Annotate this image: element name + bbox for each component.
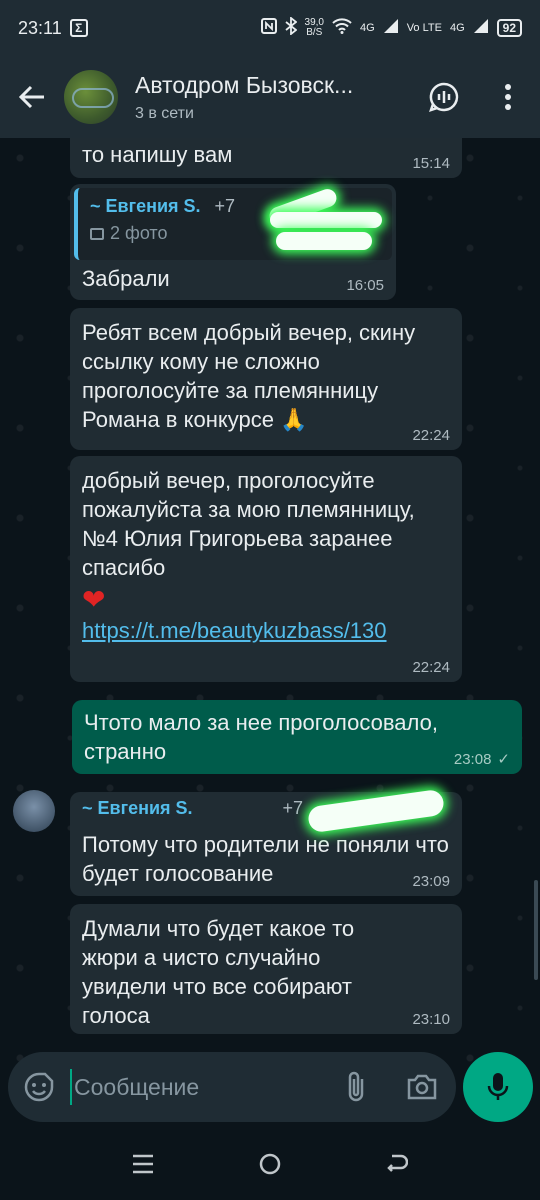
network-type-2: 4G bbox=[449, 22, 465, 34]
message-composer bbox=[8, 1052, 456, 1122]
message-text: Думали что будет какое то жюри а чисто с… bbox=[82, 916, 355, 1028]
heart-emoji: ❤ bbox=[82, 584, 106, 615]
message-text: Чтото мало за нее проголосовало, странно bbox=[84, 710, 438, 764]
chat-subtitle: 3 в сети bbox=[135, 104, 194, 122]
quote-sender: ~ Евгения S. bbox=[82, 798, 193, 818]
voice-record-button[interactable] bbox=[463, 1052, 533, 1122]
sent-check-icon: ✓ bbox=[497, 751, 510, 768]
paperclip-icon bbox=[348, 1071, 364, 1102]
wifi-icon bbox=[332, 18, 352, 38]
back-nav-button[interactable] bbox=[367, 1134, 427, 1194]
more-options-button[interactable] bbox=[476, 56, 540, 138]
redaction-scribble bbox=[276, 232, 372, 250]
back-arrow-icon bbox=[19, 85, 44, 109]
battery-level: 92 bbox=[496, 19, 522, 37]
voice-chat-icon bbox=[429, 82, 459, 112]
redaction-scribble bbox=[270, 212, 382, 228]
message-text: то напишу вам bbox=[82, 142, 233, 167]
message-time: 22:24 bbox=[412, 427, 450, 444]
speed-unit: B/S bbox=[306, 27, 323, 38]
home-button[interactable] bbox=[240, 1134, 300, 1194]
microphone-icon bbox=[487, 1073, 509, 1100]
quote-sender: ~ Евгения S. bbox=[90, 196, 201, 216]
quote-phone: +7 bbox=[282, 798, 304, 818]
quote-attachment-label: 2 фото bbox=[110, 223, 168, 243]
signal-icon bbox=[383, 18, 399, 38]
message-text: Ребят всем добрый вечер, скину ссылку ко… bbox=[82, 320, 416, 432]
chat-title: Автодром Бызовск... bbox=[135, 71, 354, 98]
message-link[interactable]: https://t.me/beautykuzbass/130 bbox=[82, 616, 450, 645]
attach-button[interactable] bbox=[332, 1052, 380, 1122]
network-type-1: 4G bbox=[360, 22, 375, 34]
message-bubble[interactable]: Думали что будет какое то жюри а чисто с… bbox=[70, 904, 462, 1034]
network-speed: 39,0 B/S bbox=[305, 18, 324, 38]
bluetooth-icon bbox=[284, 16, 297, 39]
more-vertical-icon bbox=[505, 84, 511, 110]
sender-avatar[interactable] bbox=[13, 790, 55, 832]
back-button[interactable] bbox=[0, 56, 64, 138]
emoji-button[interactable] bbox=[8, 1052, 70, 1122]
message-bubble[interactable]: добрый вечер, проголосуйте пожалуйста за… bbox=[70, 456, 462, 682]
notification-s-icon: Σ bbox=[69, 19, 88, 37]
message-bubble[interactable]: Ребят всем добрый вечер, скину ссылку ко… bbox=[70, 308, 462, 450]
camera-button[interactable] bbox=[398, 1052, 446, 1122]
chat-info[interactable]: Автодром Бызовск... 3 в сети bbox=[135, 72, 353, 123]
message-time: 16:05 bbox=[346, 277, 384, 294]
chat-area[interactable]: то напишу вам 15:14 ~ Евгения S. +7 2 фот… bbox=[0, 138, 540, 1128]
message-time: 23:10 bbox=[412, 1011, 450, 1028]
voice-chat-button[interactable] bbox=[412, 56, 476, 138]
photo-icon bbox=[90, 227, 104, 240]
header-actions bbox=[412, 56, 540, 138]
message-text: добрый вечер, проголосуйте пожалуйста за… bbox=[82, 468, 415, 580]
message-time-value: 23:08 bbox=[453, 751, 492, 768]
signal-icon-2 bbox=[473, 18, 489, 38]
system-nav-bar bbox=[0, 1128, 540, 1200]
recent-apps-button[interactable] bbox=[113, 1134, 173, 1194]
status-indicators: 39,0 B/S 4G Vo LTE 4G 92 bbox=[260, 16, 522, 39]
message-time: 23:09 bbox=[412, 873, 450, 890]
message-bubble[interactable]: то напишу вам 15:14 bbox=[70, 138, 462, 178]
nfc-icon bbox=[260, 18, 277, 38]
message-bubble-outgoing[interactable]: Чтото мало за нее проголосовало, странно… bbox=[72, 700, 522, 774]
chat-scrollbar[interactable] bbox=[534, 880, 538, 980]
back-nav-icon bbox=[386, 1154, 408, 1172]
message-text: Потому что родители не поняли что будет … bbox=[82, 832, 449, 886]
reply-quote[interactable]: ~ Евгения S. +7 bbox=[82, 798, 303, 819]
message-time: 22:24 bbox=[412, 659, 450, 676]
message-time: 15:14 bbox=[412, 155, 450, 172]
status-bar: 23:11 Σ 39,0 B/S 4G Vo LTE 4G 92 bbox=[0, 0, 540, 56]
message-text: Забрали bbox=[82, 266, 170, 291]
quote-phone: +7 bbox=[214, 196, 236, 216]
menu-icon bbox=[133, 1154, 154, 1174]
status-time: 23:11 bbox=[18, 17, 62, 38]
home-circle-icon bbox=[259, 1153, 281, 1175]
message-time: 23:08 ✓ bbox=[454, 750, 510, 768]
camera-icon bbox=[407, 1074, 437, 1100]
composer-bar bbox=[0, 1048, 540, 1128]
emoji-icon bbox=[24, 1072, 54, 1102]
message-input[interactable] bbox=[70, 1069, 320, 1105]
volte-label: Vo LTE bbox=[406, 22, 442, 34]
group-avatar[interactable] bbox=[64, 70, 118, 124]
chat-header: Автодром Бызовск... 3 в сети bbox=[0, 56, 540, 138]
